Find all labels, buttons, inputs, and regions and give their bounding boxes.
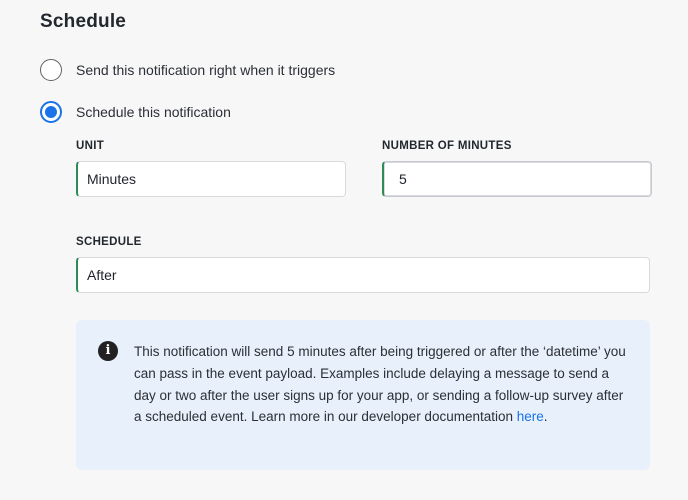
option-label: Schedule this notification — [76, 104, 231, 120]
schedule-field[interactable]: After — [76, 257, 650, 293]
option-label: Send this notification right when it tri… — [76, 62, 336, 78]
schedule-value: After — [87, 267, 117, 283]
minutes-label: NUMBER OF MINUTES — [382, 140, 512, 152]
minutes-field[interactable]: 5 — [382, 161, 652, 197]
option-send-immediately[interactable]: Send this notification right when it tri… — [40, 59, 335, 81]
info-circle-icon: i — [98, 341, 118, 361]
info-text: This notification will send 5 minutes af… — [134, 341, 630, 428]
minutes-value: 5 — [399, 171, 407, 187]
schedule-label: SCHEDULE — [76, 236, 142, 248]
schedule-settings-panel: Schedule Send this notification right wh… — [0, 0, 688, 500]
info-callout: i This notification will send 5 minutes … — [76, 320, 650, 470]
documentation-link[interactable]: here — [517, 409, 544, 424]
unit-field[interactable]: Minutes — [76, 161, 346, 197]
unit-label: UNIT — [76, 140, 105, 152]
option-schedule[interactable]: Schedule this notification — [40, 101, 231, 123]
radio-send-immediately[interactable] — [40, 59, 62, 81]
info-body: This notification will send 5 minutes af… — [134, 344, 626, 425]
info-end: . — [543, 409, 548, 425]
radio-schedule[interactable] — [40, 101, 62, 123]
section-title: Schedule — [40, 11, 127, 32]
unit-value: Minutes — [87, 171, 137, 187]
